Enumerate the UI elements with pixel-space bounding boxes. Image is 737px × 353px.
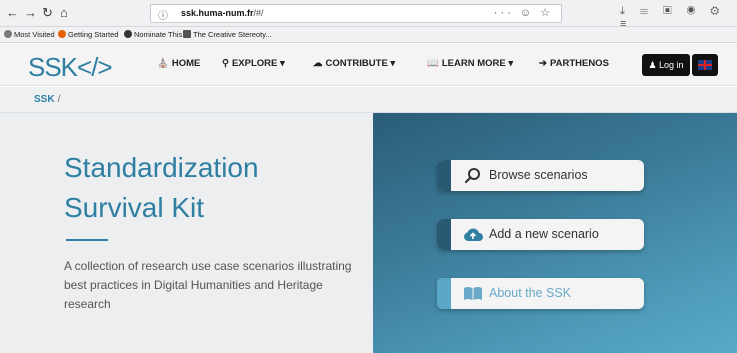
breadcrumb-link-ssk[interactable]: SSK xyxy=(34,94,55,105)
ssk-logo[interactable]: SSK</> xyxy=(28,52,113,83)
title-line-1: Standardization xyxy=(64,152,259,183)
hero-intro: Standardization Survival Kit A collectio… xyxy=(0,113,373,353)
site-header: SSK</> ⛪ HOME ⚲ EXPLORE ▾ ☁ CONTRIBUTE ▾ 📖 L… xyxy=(0,44,737,86)
nav-learn-more[interactable]: 📖 LEARN MORE ▾ xyxy=(427,58,513,69)
button-accent xyxy=(437,160,451,191)
cloud-upload-icon: ☁ xyxy=(313,58,323,69)
browse-scenarios-label: Browse scenarios xyxy=(489,168,588,182)
title-line-2: Survival Kit xyxy=(64,192,205,223)
page-title: Standardization Survival Kit xyxy=(64,148,364,228)
breadcrumb-bar: SSK / xyxy=(0,87,737,113)
button-accent xyxy=(437,278,451,309)
add-scenario-label: Add a new scenario xyxy=(489,227,599,241)
home-icon[interactable]: ⌂ xyxy=(60,5,68,21)
login-button[interactable]: ♟ Log in xyxy=(642,54,690,76)
breadcrumb-separator: / xyxy=(57,94,61,105)
nav-parthenos[interactable]: ➔ PARTHENOS xyxy=(539,58,609,69)
home-icon: ⛪ xyxy=(157,58,169,69)
forward-icon[interactable]: → xyxy=(24,5,37,21)
browser-toolbar: ← → ↻ ⌂ ⓘ ssk.huma-num.fr/#/ ··· ☺ ☆ ⤓ ☰… xyxy=(0,0,737,30)
uk-flag-icon xyxy=(698,60,712,70)
title-divider xyxy=(66,239,108,241)
chevron-down-icon: ▾ xyxy=(280,58,285,69)
browse-scenarios-button[interactable]: Browse scenarios xyxy=(437,160,644,191)
firefox-icon xyxy=(58,30,66,38)
search-icon: ⚲ xyxy=(222,58,229,69)
gear-icon xyxy=(4,30,12,38)
user-icon: ♟ xyxy=(648,60,657,70)
hero-description: A collection of research use case scenar… xyxy=(64,259,352,311)
add-scenario-button[interactable]: Add a new scenario xyxy=(437,219,644,250)
url-text: ssk.huma-num.fr/#/ xyxy=(181,8,264,18)
site-info-icon[interactable]: ⓘ xyxy=(158,7,168,22)
bookmark-nominate-this[interactable]: Nominate This xyxy=(124,30,182,39)
cloud-upload-icon xyxy=(464,228,483,241)
book-icon xyxy=(464,287,482,300)
back-icon[interactable]: ← xyxy=(6,5,19,21)
url-bar[interactable]: ⓘ ssk.huma-num.fr/#/ ··· ☺ ☆ xyxy=(150,4,562,23)
book-icon: 📖 xyxy=(427,58,439,69)
nav-explore[interactable]: ⚲ EXPLORE ▾ xyxy=(222,58,285,69)
bookmark-most-visited[interactable]: Most Visited xyxy=(4,30,55,39)
chevron-down-icon: ▾ xyxy=(508,58,514,69)
search-icon xyxy=(464,168,480,184)
reload-icon[interactable]: ↻ xyxy=(42,5,53,21)
bookmark-icon xyxy=(183,30,191,38)
language-selector[interactable] xyxy=(692,54,718,76)
hero-actions: Browse scenarios Add a new scenario Abou… xyxy=(373,113,737,353)
globe-icon xyxy=(124,30,132,38)
button-accent xyxy=(437,219,451,250)
nav-contribute[interactable]: ☁ CONTRIBUTE ▾ xyxy=(313,58,395,69)
about-ssk-button[interactable]: About the SSK xyxy=(437,278,644,309)
chevron-down-icon: ▾ xyxy=(390,58,396,69)
bookmark-creative-stereotype[interactable]: The Creative Stereoty... xyxy=(183,30,272,39)
bookmark-getting-started[interactable]: Getting Started xyxy=(58,30,118,39)
page-actions-icon[interactable]: ··· ☺ ☆ xyxy=(494,6,553,19)
breadcrumb: SSK / xyxy=(34,94,60,105)
bookmarks-bar: Most Visited Getting Started Nominate Th… xyxy=(0,27,737,43)
external-link-icon: ➔ xyxy=(539,58,547,69)
about-ssk-label: About the SSK xyxy=(489,286,572,300)
nav-home[interactable]: ⛪ HOME xyxy=(157,58,200,69)
